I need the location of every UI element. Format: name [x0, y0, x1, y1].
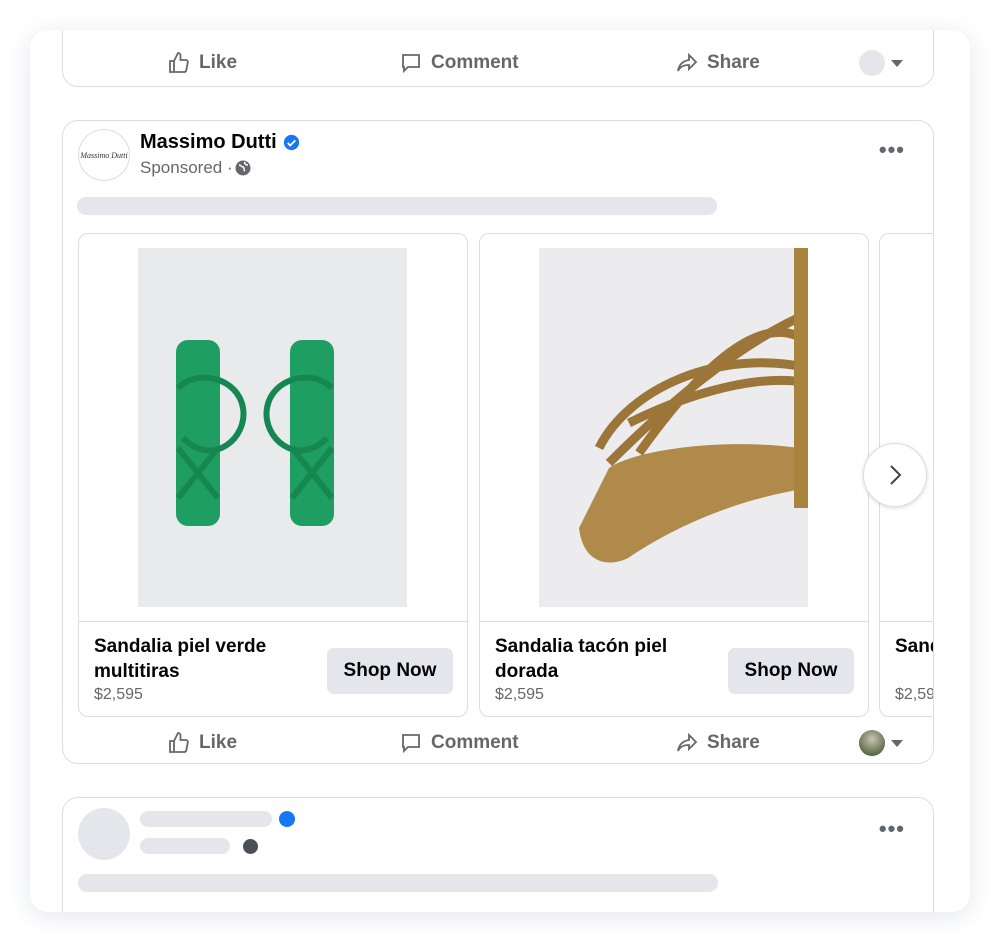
- like-button[interactable]: Like: [167, 731, 237, 755]
- caption-placeholder: [77, 197, 717, 215]
- product-title[interactable]: Sandalia piel verde multitiras: [94, 634, 304, 684]
- product-price: $2,595: [495, 686, 544, 703]
- share-button[interactable]: Share: [675, 51, 760, 75]
- share-button[interactable]: Share: [675, 731, 760, 755]
- name-placeholder: [140, 811, 272, 827]
- caret-down-icon: [891, 59, 903, 67]
- share-icon: [677, 52, 698, 72]
- product-title[interactable]: Sandalia: [895, 634, 933, 659]
- avatar-placeholder: [78, 808, 130, 860]
- verified-badge-icon: [283, 134, 299, 151]
- feed: Like Comment Share Massimo Dutti Massimo…: [30, 30, 970, 912]
- thumbs-up-icon: [169, 52, 189, 73]
- sponsored-post: Massimo Dutti Massimo Dutti Sponsored · …: [62, 120, 934, 764]
- shop-now-button[interactable]: Shop Now: [327, 648, 453, 694]
- advertiser-name[interactable]: Massimo Dutti: [140, 131, 277, 154]
- meta-placeholder: [140, 838, 230, 854]
- reaction-profile-selector[interactable]: [859, 730, 903, 756]
- verified-dot-placeholder: [279, 811, 295, 827]
- carousel-next-button[interactable]: [863, 443, 927, 507]
- more-options-button[interactable]: •••: [879, 137, 905, 163]
- product-price: $2,595: [94, 686, 143, 703]
- comment-button[interactable]: Comment: [399, 731, 519, 755]
- more-options-button[interactable]: •••: [879, 816, 905, 842]
- caption-placeholder: [78, 874, 718, 892]
- chevron-right-icon: [890, 465, 902, 485]
- product-image[interactable]: [539, 248, 812, 607]
- advertiser-logo[interactable]: Massimo Dutti: [78, 129, 130, 181]
- avatar: [859, 50, 885, 76]
- sponsored-label[interactable]: Sponsored ·: [140, 158, 233, 178]
- globe-icon: [235, 160, 251, 176]
- share-icon: [677, 732, 698, 752]
- caret-down-icon: [891, 739, 903, 747]
- like-button[interactable]: Like: [167, 51, 237, 75]
- avatar: [859, 730, 885, 756]
- comment-button[interactable]: Comment: [399, 51, 519, 75]
- comment-icon: [402, 54, 420, 74]
- action-bar: Like Comment Share: [63, 41, 933, 85]
- carousel-card[interactable]: Sandalia piel verde multitiras $2,595 Sh…: [78, 233, 468, 717]
- previous-post: Like Comment Share: [62, 30, 934, 87]
- globe-dot-placeholder: [243, 839, 258, 854]
- action-bar: Like Comment Share: [63, 721, 933, 763]
- shop-now-button[interactable]: Shop Now: [728, 648, 854, 694]
- loading-post-placeholder: •••: [62, 797, 934, 912]
- thumbs-up-icon: [169, 732, 189, 753]
- product-title[interactable]: Sandalia tacón piel dorada: [495, 634, 705, 684]
- carousel-card[interactable]: Sandalia tacón piel dorada $2,595 Shop N…: [479, 233, 869, 717]
- reaction-profile-selector[interactable]: [859, 50, 903, 76]
- product-price: $2,595: [895, 686, 933, 703]
- comment-icon: [402, 734, 420, 754]
- product-image[interactable]: [138, 248, 407, 607]
